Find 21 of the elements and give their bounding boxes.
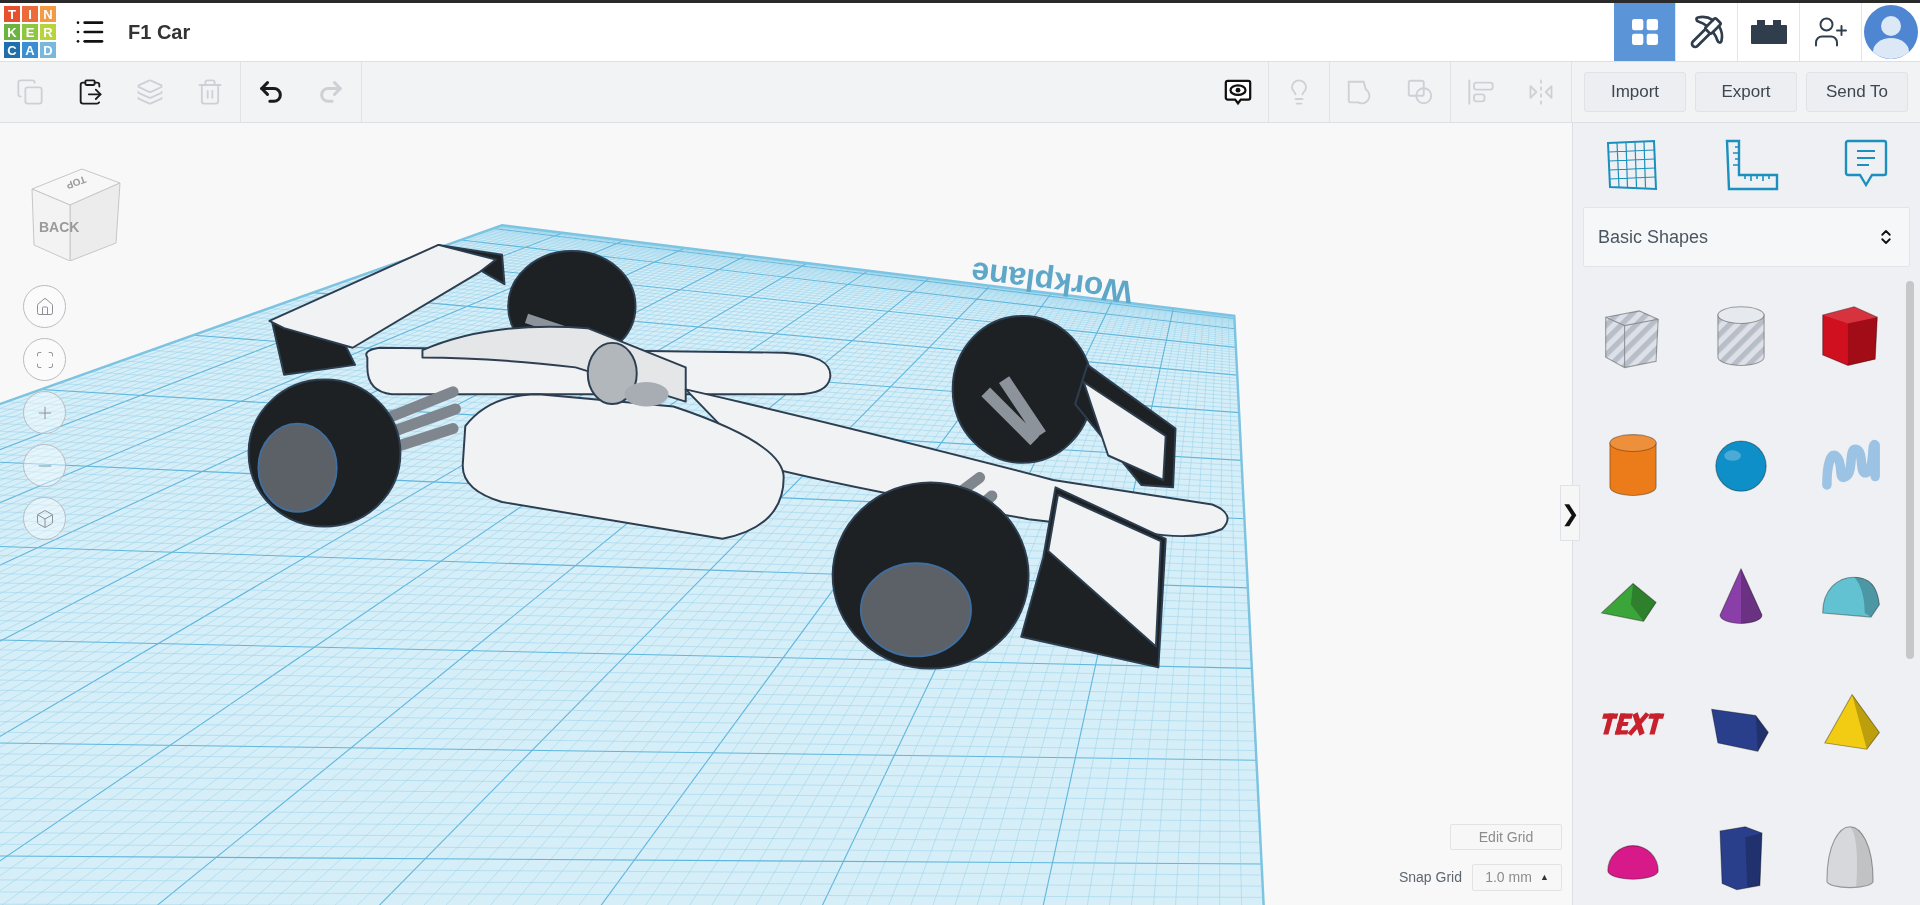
logo-letter: R xyxy=(39,23,57,41)
toolbar-text-button[interactable]: Export xyxy=(1695,72,1797,112)
shape-category-select[interactable]: Basic Shapes xyxy=(1583,207,1910,267)
toolbar-text-button[interactable]: Send To xyxy=(1806,72,1908,112)
logo[interactable]: T I N K E R C A D xyxy=(3,5,57,59)
workplane-label: Workplane xyxy=(969,255,1135,311)
logo-letter: I xyxy=(21,5,39,23)
cube-face-label: TOP xyxy=(64,172,89,194)
logo-letter: T xyxy=(3,5,21,23)
design-title[interactable]: F1 Car xyxy=(128,17,191,47)
logo-letter: K xyxy=(3,23,21,41)
toolbar-text-button[interactable]: Import xyxy=(1584,72,1686,112)
snap-grid-label: Snap Grid xyxy=(1398,868,1462,887)
cube-face-label: BACK xyxy=(39,218,80,237)
logo-letter: A xyxy=(21,41,39,59)
logo-letter: D xyxy=(39,41,57,59)
logo-letter: C xyxy=(3,41,21,59)
collapse-handle[interactable]: ❯ xyxy=(1560,485,1580,541)
logo-letter: N xyxy=(39,5,57,23)
logo-letter: E xyxy=(21,23,39,41)
snap-grid-select[interactable]: 1.0 mm ▲ xyxy=(1472,864,1562,891)
